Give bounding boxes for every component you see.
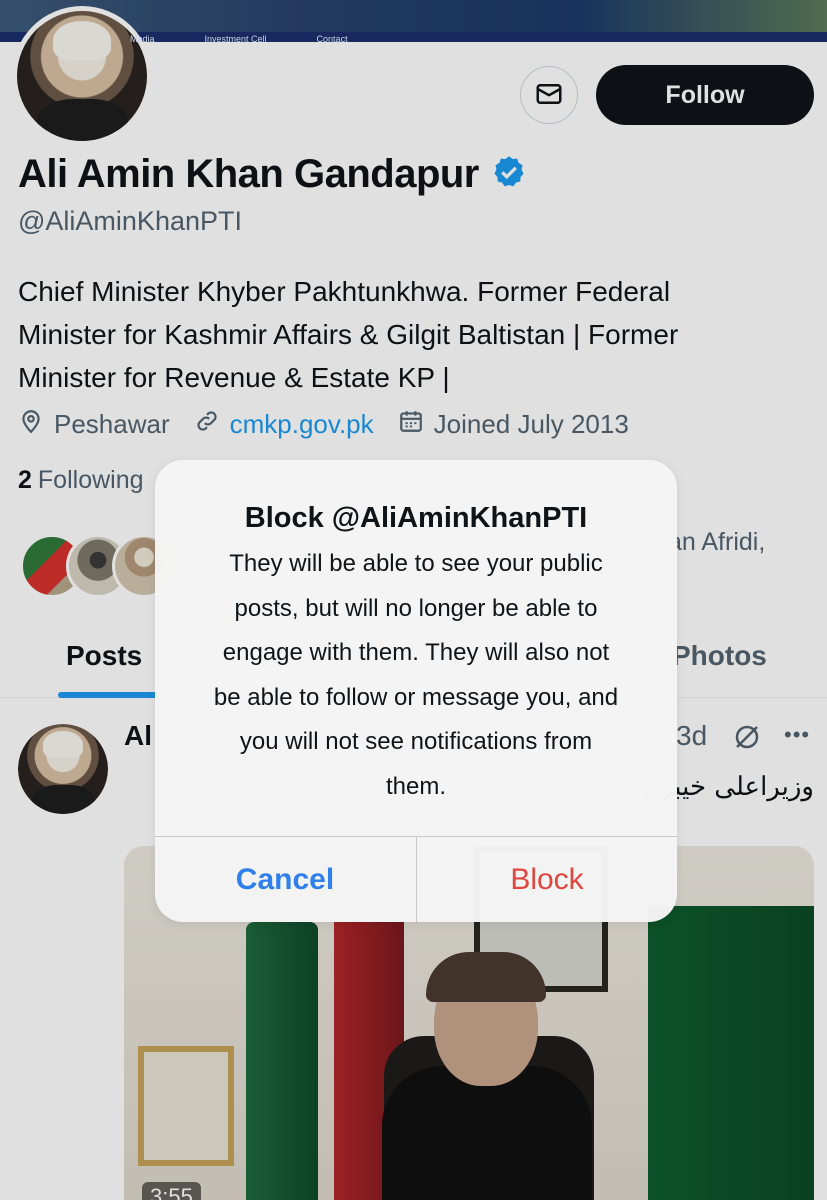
profile-page: Media Investment Cell Contact Follow Ali… xyxy=(0,0,827,1200)
dialog-message-line: them. xyxy=(385,772,447,800)
dialog-message-line: you will not see notifications from xyxy=(239,728,593,755)
cancel-button[interactable]: Cancel xyxy=(155,837,415,922)
dialog-message: They will be able to see your public pos… xyxy=(185,542,647,809)
dialog-message-line: posts, but will no longer be able to xyxy=(234,594,598,622)
dialog-message-line: engage with them. They will also not xyxy=(222,639,610,666)
block-button[interactable]: Block xyxy=(417,837,677,922)
banner-nav-item: Investment Cell xyxy=(204,34,267,42)
banner-nav-item: Media xyxy=(130,34,155,42)
banner-nav-item: Contact xyxy=(316,34,348,42)
block-confirm-dialog: Block @AliAminKhanPTI They will be able … xyxy=(155,460,677,922)
banner-nav: Media Investment Cell Contact xyxy=(130,34,348,42)
dialog-message-line: They will be able to see your public xyxy=(229,550,603,577)
dialog-title: Block @AliAminKhanPTI xyxy=(244,502,588,534)
dialog-message-line: be able to follow or message you, and xyxy=(213,683,619,711)
